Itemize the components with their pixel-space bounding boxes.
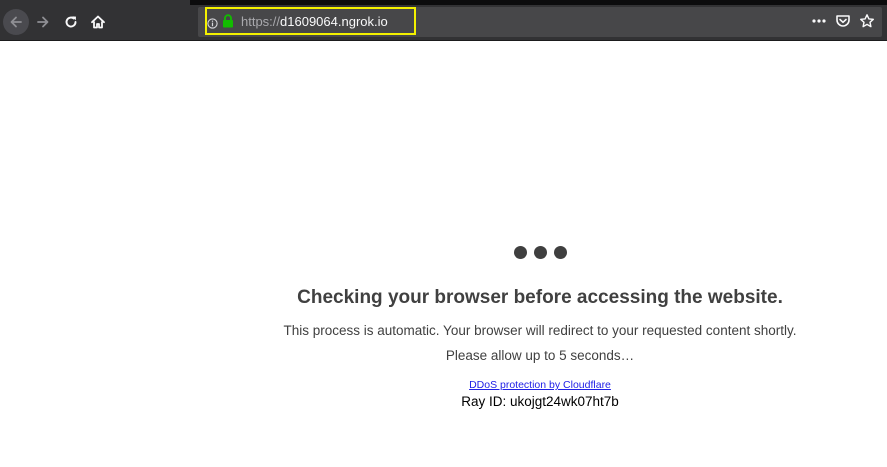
page-content: Checking your browser before accessing t… <box>0 41 887 467</box>
pocket-icon[interactable] <box>835 13 851 29</box>
back-arrow-icon <box>8 14 24 30</box>
loading-dot <box>534 246 547 259</box>
active-tab[interactable] <box>0 0 190 5</box>
redirect-message: This process is automatic. Your browser … <box>283 323 797 338</box>
more-actions-icon[interactable] <box>811 13 827 29</box>
url-scheme: https:// <box>241 14 281 29</box>
home-button[interactable] <box>85 9 111 35</box>
browser-toolbar: https://d1609064.ngrok.io <box>0 0 887 41</box>
info-icon[interactable] <box>207 16 218 29</box>
reload-icon <box>63 14 79 30</box>
forward-arrow-icon <box>35 14 51 30</box>
lock-icon[interactable] <box>222 14 234 28</box>
url-text[interactable]: https://d1609064.ngrok.io <box>241 14 388 30</box>
ray-id: Ray ID: ukojgt24wk07ht7b <box>461 394 619 409</box>
url-host: d1609064.ngrok.io <box>280 14 388 29</box>
loading-indicator <box>514 246 568 260</box>
tab-strip <box>0 0 887 5</box>
cloudflare-link-row: DDoS protection by Cloudflare <box>240 379 840 392</box>
loading-dot <box>554 246 567 259</box>
home-icon <box>90 14 106 30</box>
page-title: Checking your browser before accessing t… <box>297 287 783 308</box>
star-icon[interactable] <box>859 13 875 29</box>
reload-button[interactable] <box>58 9 84 35</box>
wait-message: Please allow up to 5 seconds… <box>445 348 635 363</box>
loading-dot <box>514 246 527 259</box>
forward-button[interactable] <box>30 9 56 35</box>
cloudflare-link[interactable]: DDoS protection by Cloudflare <box>469 379 611 391</box>
back-button[interactable] <box>3 9 29 35</box>
